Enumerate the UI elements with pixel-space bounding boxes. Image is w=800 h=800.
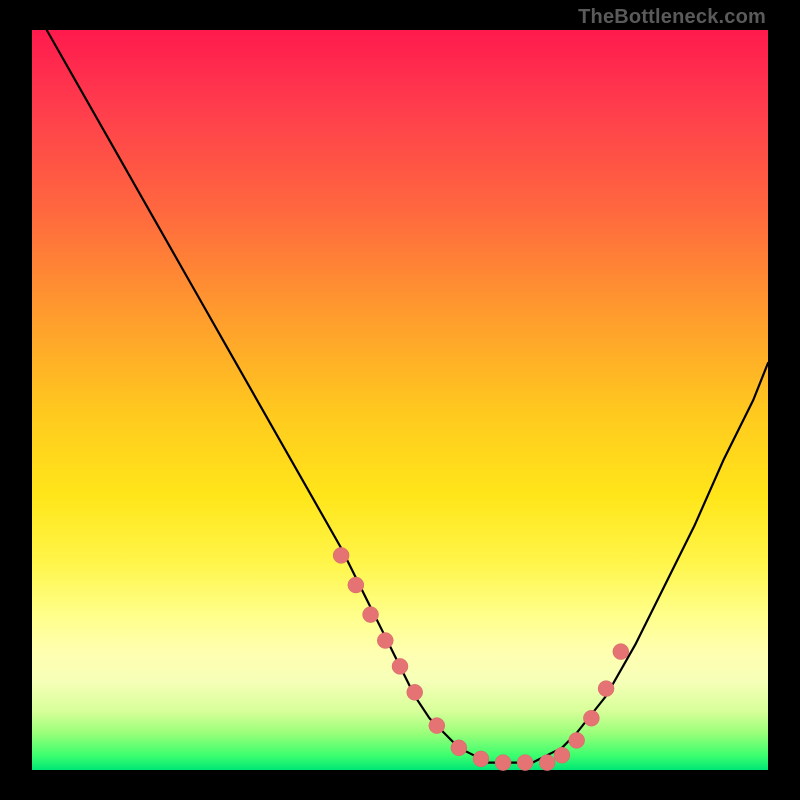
highlighted-dot: [407, 684, 423, 700]
highlighted-dot: [333, 547, 349, 563]
highlighted-dot: [377, 633, 393, 649]
highlighted-dot: [554, 747, 570, 763]
highlighted-dot: [392, 658, 408, 674]
bottleneck-curve: [47, 30, 768, 763]
highlighted-dot: [451, 740, 467, 756]
highlighted-dot: [429, 718, 445, 734]
highlighted-dot: [598, 681, 614, 697]
highlighted-dot: [348, 577, 364, 593]
highlighted-dot: [569, 732, 585, 748]
highlighted-dot: [517, 755, 533, 771]
watermark-text: TheBottleneck.com: [578, 6, 766, 29]
chart-svg: [32, 30, 768, 770]
highlighted-dots-group: [333, 547, 629, 770]
highlighted-dot: [473, 751, 489, 767]
highlighted-dot: [583, 710, 599, 726]
highlighted-dot: [539, 755, 555, 771]
highlighted-dot: [495, 755, 511, 771]
highlighted-dot: [613, 644, 629, 660]
highlighted-dot: [363, 607, 379, 623]
chart-frame: TheBottleneck.com: [0, 0, 800, 800]
